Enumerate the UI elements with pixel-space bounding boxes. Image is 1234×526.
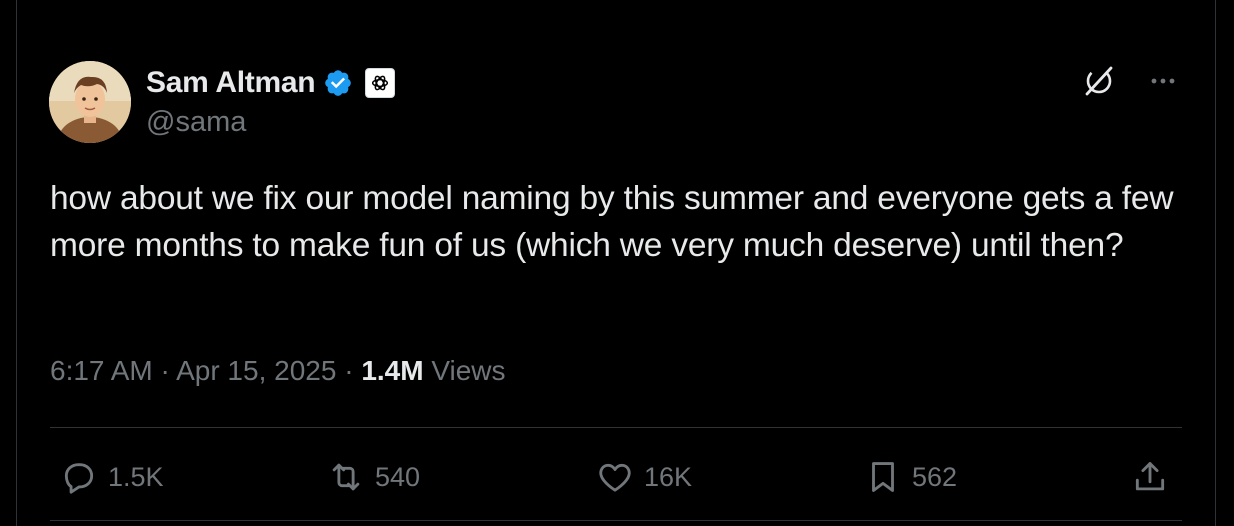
like-button[interactable]: 16K xyxy=(596,450,692,504)
avatar[interactable] xyxy=(49,61,131,143)
like-count: 16K xyxy=(644,461,693,492)
divider xyxy=(50,520,1182,521)
reply-icon xyxy=(64,463,94,494)
views-label: Views xyxy=(431,355,506,386)
reply-count: 1.5K xyxy=(108,461,164,492)
repost-button[interactable]: 540 xyxy=(327,450,420,504)
share-button[interactable] xyxy=(1131,450,1169,504)
tweet-date[interactable]: Apr 15, 2025 xyxy=(176,355,336,386)
divider xyxy=(50,427,1182,428)
top-actions xyxy=(1082,64,1180,98)
meta-separator: · xyxy=(344,355,354,386)
meta-separator: · xyxy=(160,355,170,386)
share-icon xyxy=(1135,462,1165,491)
author-name-row: Sam Altman xyxy=(146,63,396,103)
views-count[interactable]: 1.4M xyxy=(361,355,423,386)
avatar-image xyxy=(49,61,131,143)
author-name[interactable]: Sam Altman xyxy=(146,66,316,100)
grok-icon[interactable] xyxy=(1082,64,1116,98)
bookmark-button[interactable]: 562 xyxy=(864,450,957,504)
bookmark-icon xyxy=(872,462,894,492)
repost-icon xyxy=(332,463,360,491)
author-handle[interactable]: @sama xyxy=(146,106,246,139)
openai-logo-icon[interactable] xyxy=(365,68,396,98)
bookmark-count: 562 xyxy=(912,461,958,492)
verified-badge-icon[interactable] xyxy=(323,68,353,98)
tweet-time[interactable]: 6:17 AM xyxy=(50,355,153,386)
more-icon[interactable] xyxy=(1146,64,1180,98)
reply-button[interactable]: 1.5K xyxy=(60,450,164,504)
tweet-text: how about we fix our model naming by thi… xyxy=(50,180,1174,264)
repost-count: 540 xyxy=(375,461,421,492)
tweet-meta: 6:17 AM · Apr 15, 2025 · 1.4M Views xyxy=(50,355,506,387)
action-bar: 1.5K 540 16K 562 xyxy=(0,450,1234,504)
heart-icon xyxy=(599,463,631,492)
